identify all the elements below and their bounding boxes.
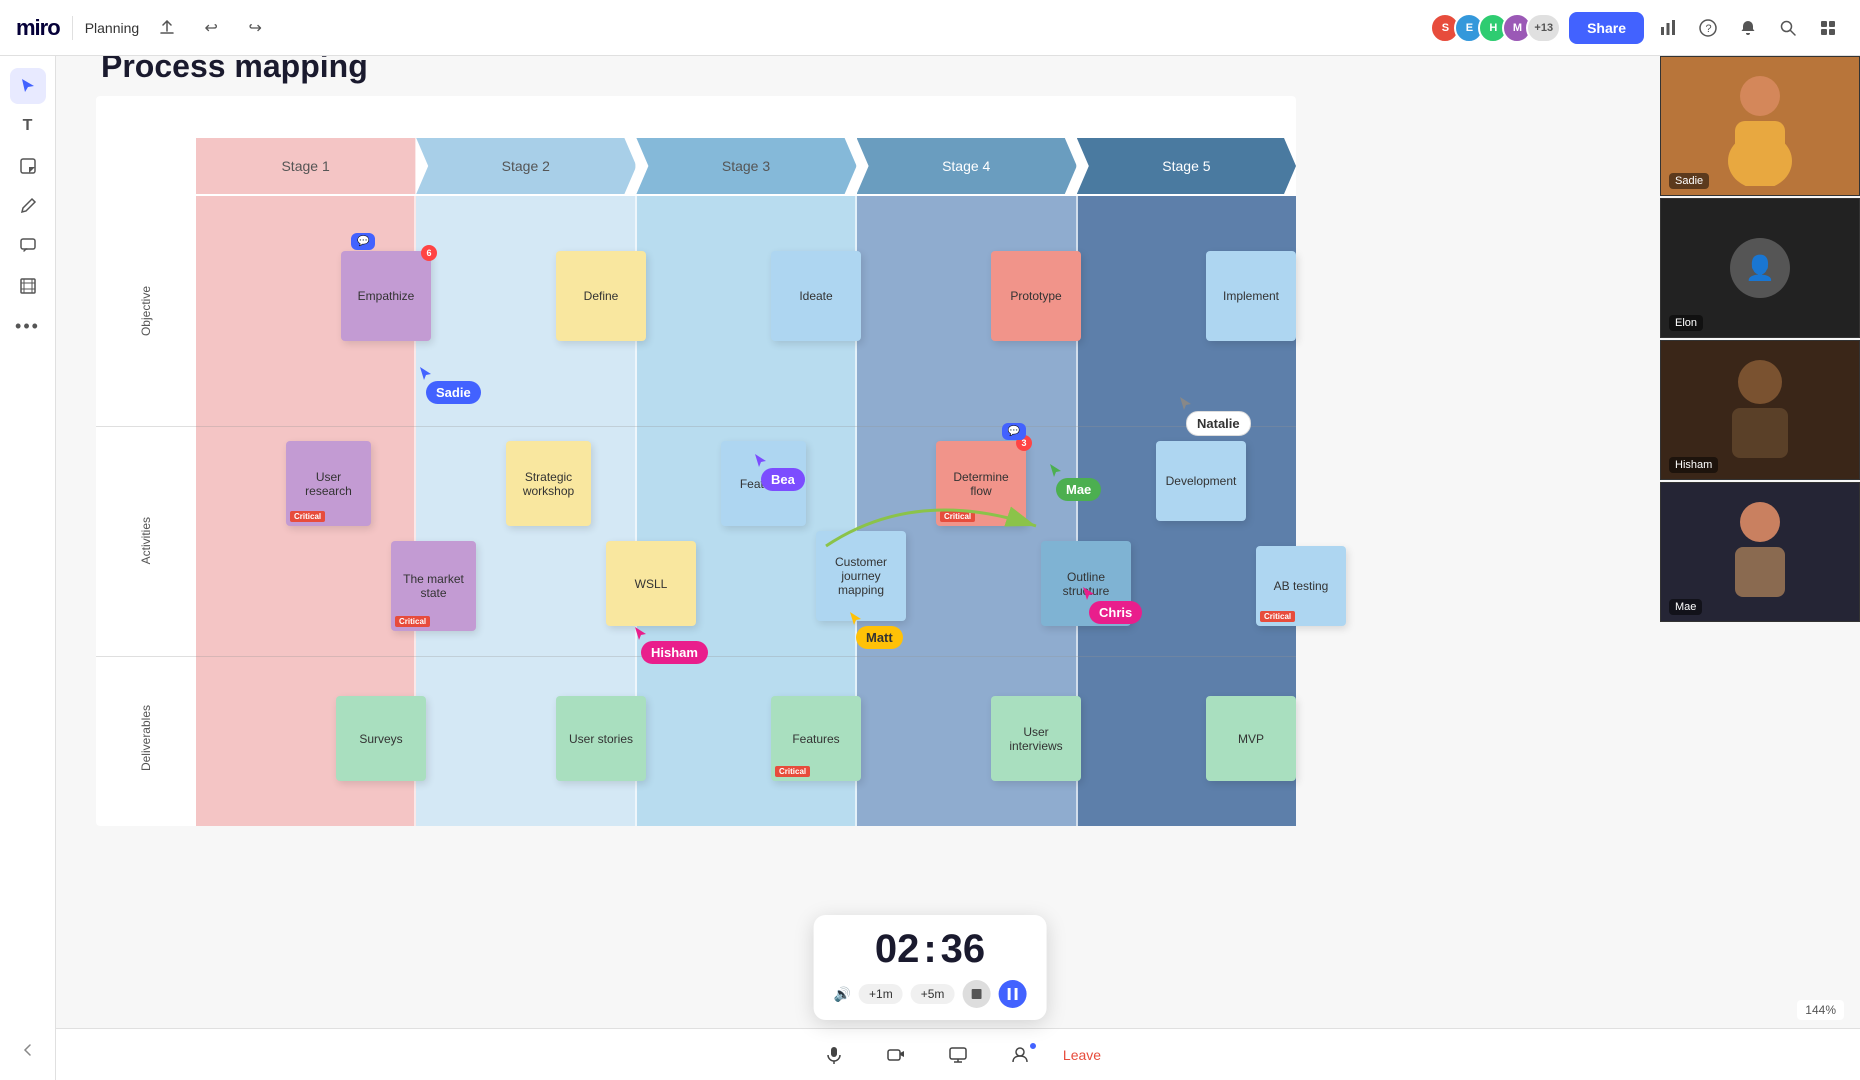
timer-sound-icon[interactable]: 🔊 bbox=[834, 986, 851, 1003]
participant-notification-dot bbox=[1029, 1042, 1037, 1050]
miro-logo: miro bbox=[16, 15, 60, 41]
sadie-video-label: Sadie bbox=[1669, 173, 1709, 189]
user-interviews-sticky[interactable]: User interviews bbox=[991, 696, 1081, 781]
avatar-count: +13 bbox=[1526, 13, 1561, 43]
empathize-sticky[interactable]: Empathize 6 💬 bbox=[341, 251, 431, 341]
text-tool-button[interactable]: T bbox=[10, 108, 46, 144]
share-screen-button[interactable] bbox=[939, 1040, 977, 1070]
deliverables-row-label: Deliverables bbox=[96, 656, 196, 821]
collaborator-avatars: S E H M +13 bbox=[1430, 13, 1561, 43]
ideate-sticky[interactable]: Ideate bbox=[771, 251, 861, 341]
strategic-workshop-sticky[interactable]: Strategic workshop bbox=[506, 441, 591, 526]
hisham-video-label: Hisham bbox=[1669, 457, 1718, 473]
features-deliverable-critical: Critical bbox=[775, 766, 810, 777]
timer-seconds: 36 bbox=[941, 927, 986, 972]
wsll-sticky[interactable]: WSLL bbox=[606, 541, 696, 626]
search-icon-button[interactable] bbox=[1772, 12, 1804, 44]
board-name: Planning bbox=[85, 20, 140, 36]
video-panels: Sadie 👤 Elon Hisham Mae bbox=[1660, 56, 1860, 622]
elon-video-label: Elon bbox=[1669, 315, 1703, 331]
left-sidebar: T ••• bbox=[0, 56, 56, 1080]
bea-label: Bea bbox=[761, 468, 805, 491]
stage5-header: Stage 5 bbox=[1077, 138, 1296, 194]
timer-plus1-button[interactable]: +1m bbox=[859, 984, 903, 1004]
objective-row-label: Objective bbox=[96, 196, 196, 426]
critical-badge: Critical bbox=[290, 511, 325, 522]
elon-video-panel[interactable]: 👤 Elon bbox=[1660, 198, 1860, 338]
sticky-tool-button[interactable] bbox=[10, 148, 46, 184]
sadie-video-panel[interactable]: Sadie bbox=[1660, 56, 1860, 196]
redo-button[interactable]: ↪ bbox=[239, 12, 271, 44]
timer-pause-button[interactable] bbox=[998, 980, 1026, 1008]
upload-button[interactable] bbox=[151, 12, 183, 44]
share-button[interactable]: Share bbox=[1569, 12, 1644, 44]
chris-label: Chris bbox=[1089, 601, 1142, 624]
activities-row-label: Activities bbox=[96, 426, 196, 656]
timer: 02 : 36 🔊 +1m +5m bbox=[814, 915, 1047, 1020]
stage3-header: Stage 3 bbox=[636, 138, 856, 194]
mae-video-panel[interactable]: Mae bbox=[1660, 482, 1860, 622]
timer-display: 02 : 36 bbox=[875, 927, 985, 972]
comment-tool-button[interactable] bbox=[10, 228, 46, 264]
timer-plus5-button[interactable]: +5m bbox=[911, 984, 955, 1004]
determine-flow-comment: 💬 bbox=[1002, 423, 1026, 440]
market-state-sticky[interactable]: The market state Critical bbox=[391, 541, 476, 631]
mae-video-label: Mae bbox=[1669, 599, 1702, 615]
hisham-label: Hisham bbox=[641, 641, 708, 664]
collapse-sidebar-button[interactable] bbox=[10, 1032, 46, 1068]
stage4-header: Stage 4 bbox=[857, 138, 1077, 194]
pen-tool-button[interactable] bbox=[10, 188, 46, 224]
leave-button[interactable]: Leave bbox=[1063, 1047, 1101, 1063]
svg-text:?: ? bbox=[1706, 23, 1712, 35]
timer-colon: : bbox=[923, 927, 936, 972]
prototype-sticky[interactable]: Prototype bbox=[991, 251, 1081, 341]
analytics-icon-button[interactable] bbox=[1652, 12, 1684, 44]
timer-controls: 🔊 +1m +5m bbox=[834, 980, 1027, 1008]
frame-tool-button[interactable] bbox=[10, 268, 46, 304]
more-tools-button[interactable]: ••• bbox=[10, 308, 46, 344]
header-separator bbox=[72, 16, 73, 40]
empathize-badge: 6 bbox=[421, 245, 437, 261]
natalie-label: Natalie bbox=[1186, 411, 1251, 436]
ab-testing-sticky[interactable]: AB testing Critical bbox=[1256, 546, 1346, 626]
stage-headers: Stage 1 Stage 2 Stage 3 Stage 4 Stage 5 bbox=[196, 138, 1296, 194]
participants-button[interactable] bbox=[1001, 1040, 1039, 1070]
stage1-header: Stage 1 bbox=[196, 138, 416, 194]
timer-stop-button[interactable] bbox=[962, 980, 990, 1008]
user-research-sticky[interactable]: User research Critical bbox=[286, 441, 371, 526]
implement-sticky[interactable]: Implement bbox=[1206, 251, 1296, 341]
stage2-header: Stage 2 bbox=[416, 138, 636, 194]
grid-icon-button[interactable] bbox=[1812, 12, 1844, 44]
development-sticky[interactable]: Development bbox=[1156, 441, 1246, 521]
hisham-video-panel[interactable]: Hisham bbox=[1660, 340, 1860, 480]
microphone-button[interactable] bbox=[815, 1040, 853, 1070]
help-icon-button[interactable]: ? bbox=[1692, 12, 1724, 44]
bottom-toolbar: Leave bbox=[56, 1028, 1860, 1080]
timer-minutes: 02 bbox=[875, 927, 920, 972]
select-tool-button[interactable] bbox=[10, 68, 46, 104]
header: miro Planning ↩ ↪ S E H M +13 Share ? bbox=[0, 0, 1860, 56]
notification-icon-button[interactable] bbox=[1732, 12, 1764, 44]
header-right: S E H M +13 Share ? bbox=[1430, 12, 1844, 44]
mae-label: Mae bbox=[1056, 478, 1101, 501]
undo-button[interactable]: ↩ bbox=[195, 12, 227, 44]
green-arrow bbox=[796, 466, 1076, 586]
define-sticky[interactable]: Define bbox=[556, 251, 646, 341]
matt-label: Matt bbox=[856, 626, 903, 649]
comment-icon: 💬 bbox=[351, 233, 375, 250]
surveys-sticky[interactable]: Surveys bbox=[336, 696, 426, 781]
row-divider-1 bbox=[96, 426, 1296, 427]
market-state-critical: Critical bbox=[395, 616, 430, 627]
board-title: Process mapping bbox=[101, 56, 368, 85]
board: Process mapping Stage 1 Stage 2 Stage 3 bbox=[96, 96, 1296, 826]
sadie-label: Sadie bbox=[426, 381, 481, 404]
ab-testing-critical: Critical bbox=[1260, 611, 1295, 622]
user-stories-sticky[interactable]: User stories bbox=[556, 696, 646, 781]
zoom-indicator: 144% bbox=[1797, 1000, 1844, 1020]
mvp-sticky[interactable]: MVP bbox=[1206, 696, 1296, 781]
features-deliverable-sticky[interactable]: Features Critical bbox=[771, 696, 861, 781]
camera-button[interactable] bbox=[877, 1040, 915, 1070]
